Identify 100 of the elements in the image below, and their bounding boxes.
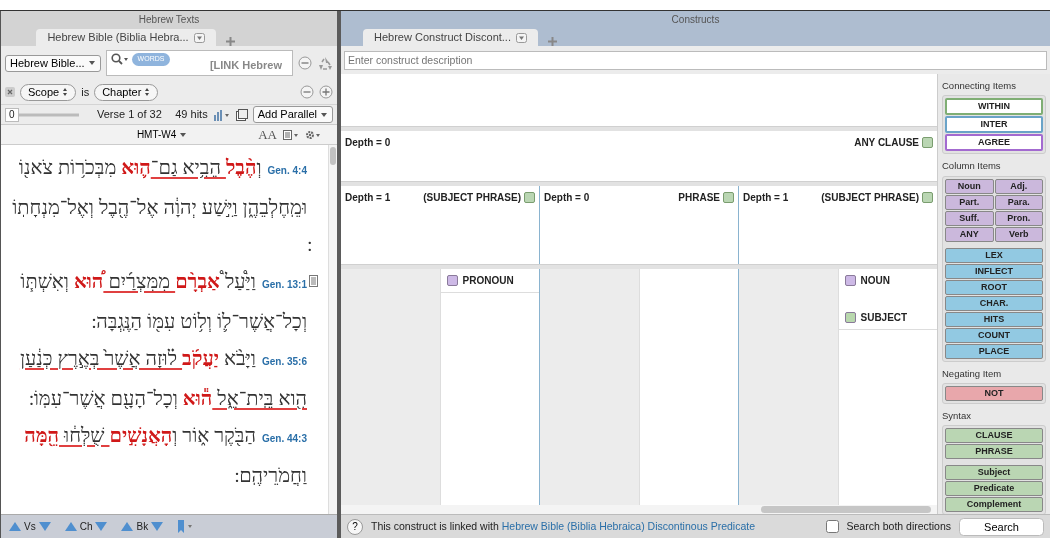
recycle-icon[interactable] — [317, 55, 333, 71]
palette-button[interactable]: Para. — [994, 194, 1043, 210]
add-parallel-button[interactable]: Add Parallel — [252, 106, 333, 123]
checkbox[interactable] — [922, 192, 933, 203]
close-icon[interactable] — [5, 87, 15, 97]
section-title: Syntax — [942, 408, 973, 423]
palette-button[interactable]: Suff. — [945, 210, 994, 226]
scope-value[interactable]: Chapter — [94, 83, 159, 101]
verse-reference[interactable]: Gen. 44:3 — [261, 433, 307, 444]
palette-button[interactable]: PLACE — [945, 343, 1043, 359]
construct-label: (SUBJECT PHRASE) — [423, 191, 521, 205]
verse-position: Verse 1 of 32 — [97, 107, 162, 123]
panel-tab[interactable]: Hebrew Construct Discont... — [363, 29, 538, 46]
dropdown-icon[interactable] — [193, 32, 205, 43]
next-icon[interactable] — [38, 521, 51, 532]
section-title: Negating Item — [942, 366, 1003, 381]
font-size-button[interactable]: AA — [258, 127, 277, 142]
search-button[interactable]: Search — [959, 517, 1044, 536]
gear-icon[interactable] — [305, 129, 321, 140]
hits-count: 49 hits — [175, 107, 208, 123]
caret-icon — [320, 110, 328, 119]
checkbox[interactable] — [524, 192, 535, 203]
palette-button[interactable]: INFLECT — [945, 263, 1043, 279]
layout-icon[interactable] — [283, 129, 299, 140]
palette-button[interactable]: Part. — [945, 194, 994, 210]
remove-icon[interactable] — [300, 85, 314, 99]
depth-label: Depth = 0 — [345, 136, 391, 150]
add-tab-icon[interactable] — [226, 37, 235, 46]
link-status: This construct is linked with Hebrew Bible (Biblia Hebraica) Discontinous Predicate — [371, 518, 755, 534]
stepper-icon — [144, 87, 151, 97]
palette-button[interactable]: NOT — [945, 385, 1043, 401]
palette-button[interactable]: CHAR. — [945, 295, 1043, 311]
operator-label: is — [81, 84, 90, 100]
previous-icon[interactable] — [9, 521, 21, 532]
stepper-icon — [62, 87, 69, 97]
verse-reference[interactable]: Gen. 4:4 — [267, 165, 307, 176]
palette-button[interactable]: LEX — [945, 247, 1043, 263]
construct-label: (SUBJECT PHRASE) — [821, 191, 919, 205]
verse-reference[interactable]: Gen. 13:1 — [261, 279, 307, 290]
both-directions-checkbox[interactable] — [825, 520, 839, 533]
verse-reference[interactable]: Gen. 35:6 — [261, 356, 307, 367]
palette-button[interactable]: HITS — [945, 311, 1043, 327]
panel-title: Hebrew Texts — [138, 14, 200, 25]
section-title: Column Items — [942, 159, 1002, 174]
scrollbar-thumb[interactable] — [330, 147, 336, 165]
palette-button[interactable]: ROOT — [945, 279, 1043, 295]
checkbox[interactable] — [844, 312, 856, 323]
caret-icon — [87, 59, 96, 67]
depth-label: Depth = 1 — [345, 191, 391, 205]
palette-button[interactable]: Noun — [945, 178, 994, 194]
search-query: [LINK Hebrew — [209, 57, 282, 73]
panel-tab[interactable]: Hebrew Bible (Biblia Hebra... — [36, 29, 216, 46]
add-tab-icon[interactable] — [548, 37, 557, 46]
palette-button[interactable]: Predicate — [945, 481, 1043, 496]
palette-button[interactable]: PHRASE — [945, 444, 1043, 459]
palette-button[interactable]: ANY — [945, 226, 994, 242]
nav-label: Vs — [24, 520, 36, 534]
add-icon[interactable] — [319, 85, 333, 99]
construct-label: PHRASE — [678, 191, 720, 205]
palette-button[interactable]: Verb — [994, 226, 1043, 242]
checkbox[interactable] — [446, 275, 458, 286]
scope-field[interactable]: Scope — [20, 83, 77, 101]
palette-button[interactable]: Pron. — [994, 210, 1043, 226]
bookmark-icon[interactable] — [177, 519, 194, 534]
depth-label: Depth = 0 — [544, 191, 590, 205]
remove-icon[interactable] — [298, 56, 312, 70]
item-label: NOUN — [860, 274, 890, 288]
previous-icon[interactable] — [64, 521, 77, 532]
section-title: Connecting Items — [942, 79, 1017, 93]
depth-label: Depth = 1 — [743, 191, 789, 205]
palette-button[interactable]: AGREE — [945, 134, 1043, 152]
panel-title: Constructs — [671, 14, 720, 25]
palette-button[interactable]: Adj. — [994, 178, 1043, 194]
help-button[interactable]: ? — [347, 518, 363, 535]
palette-button[interactable]: COUNT — [945, 327, 1043, 343]
palette-button[interactable]: CLAUSE — [945, 428, 1043, 443]
palette-button[interactable]: INTER — [945, 116, 1043, 134]
checkbox[interactable] — [723, 192, 734, 203]
checkbox[interactable] — [922, 137, 933, 148]
palette-button[interactable]: Subject — [945, 465, 1043, 480]
checkbox[interactable] — [844, 275, 856, 286]
note-icon[interactable] — [309, 275, 318, 287]
palette-button[interactable]: Complement — [945, 497, 1043, 512]
nav-label: Ch — [79, 520, 93, 534]
scrollbar-thumb[interactable] — [761, 506, 931, 513]
search-icon[interactable] — [110, 53, 129, 65]
previous-icon[interactable] — [121, 521, 134, 532]
slider-value[interactable]: 0 — [5, 107, 19, 122]
checkbox-label: Search both directions — [846, 518, 951, 534]
window-icon[interactable] — [235, 108, 248, 121]
palette-button[interactable]: WITHIN — [945, 98, 1043, 116]
next-icon[interactable] — [151, 521, 164, 532]
construct-link[interactable]: Hebrew Bible (Biblia Hebraica) Discontinous Predicate — [501, 519, 755, 532]
caret-icon — [179, 131, 187, 138]
version-selector[interactable]: HMT-W4 — [136, 131, 187, 138]
text-selector[interactable]: Hebrew Bible... — [5, 54, 101, 72]
description-field[interactable]: Enter construct description — [344, 50, 1047, 70]
slider-track[interactable] — [18, 112, 79, 117]
next-icon[interactable] — [95, 521, 108, 532]
dropdown-icon[interactable] — [515, 32, 527, 43]
